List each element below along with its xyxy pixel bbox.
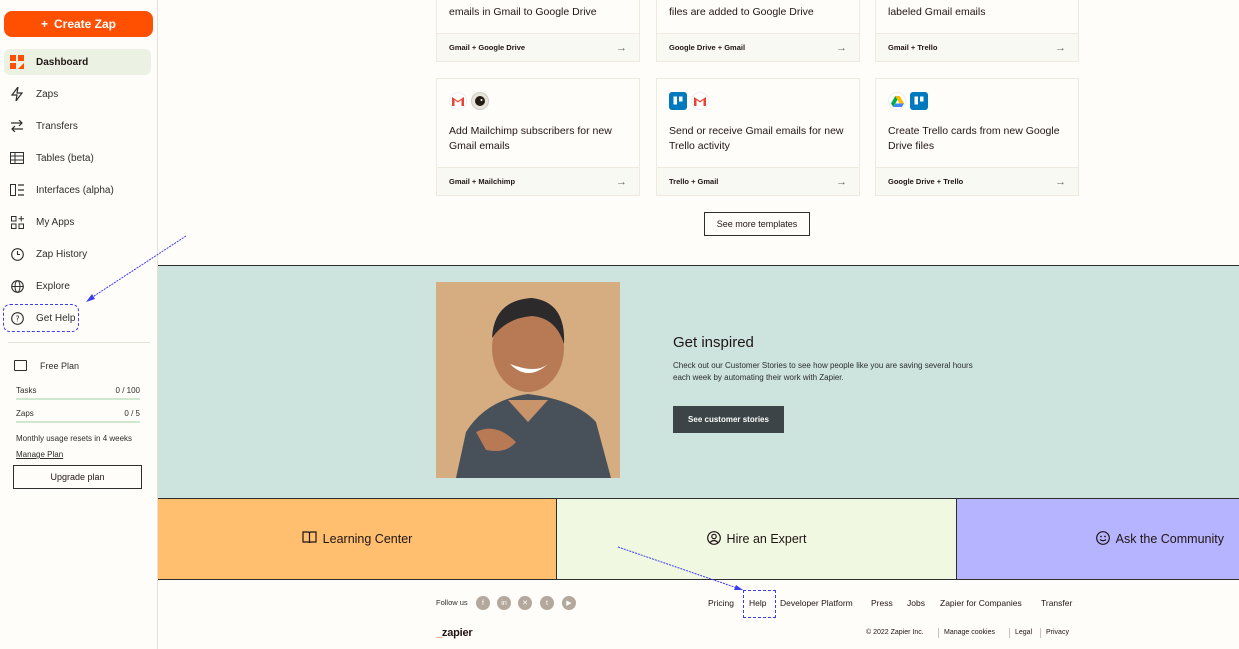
google-drive-icon xyxy=(888,92,906,110)
legal-link[interactable]: Legal xyxy=(1015,629,1032,636)
template-app-icons xyxy=(669,92,709,110)
footer-link-pricing[interactable]: Pricing xyxy=(708,598,734,608)
create-zap-button[interactable]: + Create Zap xyxy=(4,11,153,37)
smile-icon xyxy=(1095,530,1110,548)
arrow-right-icon: → xyxy=(836,41,847,54)
upgrade-plan-button[interactable]: Upgrade plan xyxy=(13,465,142,489)
sidebar-item-transfers[interactable]: Transfers xyxy=(4,113,151,139)
template-card-footer: Gmail + Mailchimp → xyxy=(437,167,639,195)
customer-photo xyxy=(436,282,620,478)
sidebar-item-dashboard[interactable]: Dashboard xyxy=(4,49,151,75)
facebook-icon[interactable]: f xyxy=(476,596,490,610)
copyright-text: © 2022 Zapier Inc. xyxy=(866,629,924,636)
interfaces-icon xyxy=(10,183,24,197)
table-icon xyxy=(10,151,24,165)
arrow-right-icon: → xyxy=(836,175,847,188)
manage-plan-link[interactable]: Manage Plan xyxy=(16,450,63,459)
sidebar-item-tables[interactable]: Tables (beta) xyxy=(4,145,151,171)
svg-text:?: ? xyxy=(15,314,19,323)
transfer-icon xyxy=(10,119,24,133)
template-card[interactable]: Add Mailchimp subscribers for new Gmail … xyxy=(436,78,640,196)
template-card[interactable]: files are added to Google Drive Google D… xyxy=(656,0,860,62)
mailchimp-icon xyxy=(471,92,489,110)
help-highlight-box xyxy=(743,590,776,618)
arrow-right-icon: → xyxy=(1055,41,1066,54)
footer-link-developer-platform[interactable]: Developer Platform xyxy=(780,598,853,608)
arrow-right-icon: → xyxy=(1055,175,1066,188)
arrow-right-icon: → xyxy=(616,175,627,188)
learning-center-link[interactable]: Learning Center xyxy=(158,498,557,580)
see-customer-stories-button[interactable]: See customer stories xyxy=(673,406,784,433)
annotation-arrow-head xyxy=(734,585,743,590)
template-card[interactable]: Send or receive Gmail emails for new Tre… xyxy=(656,78,860,196)
gmail-icon xyxy=(449,92,467,110)
template-app-icons xyxy=(449,92,489,110)
privacy-link[interactable]: Privacy xyxy=(1046,629,1069,636)
manage-cookies-link[interactable]: Manage cookies xyxy=(944,629,995,636)
template-card[interactable]: Create Trello cards from new Google Driv… xyxy=(875,78,1079,196)
user-circle-icon xyxy=(706,530,721,548)
trello-icon xyxy=(910,92,928,110)
template-card[interactable]: labeled Gmail emails Gmail + Trello → xyxy=(875,0,1079,62)
zapier-logo: _zapier xyxy=(436,627,473,639)
dashboard-icon xyxy=(10,55,24,69)
gmail-icon xyxy=(691,92,709,110)
footer-link-jobs[interactable]: Jobs xyxy=(907,598,925,608)
footer-separator xyxy=(1040,628,1041,638)
zaps-progress-bar xyxy=(16,421,140,423)
plus-icon: + xyxy=(40,17,48,31)
get-inspired-text: Check out our Customer Stories to see ho… xyxy=(673,361,973,382)
history-icon xyxy=(10,247,24,261)
follow-us-label: Follow us xyxy=(436,598,468,607)
apps-icon xyxy=(10,215,24,229)
sidebar-item-zaps[interactable]: Zaps xyxy=(4,81,151,107)
twitter-icon[interactable]: t xyxy=(540,596,554,610)
footer-link-press[interactable]: Press xyxy=(871,598,893,608)
zaps-usage: Zaps 0 / 5 xyxy=(16,409,140,418)
sidebar-item-get-help[interactable]: ? Get Help xyxy=(3,304,79,332)
youtube-icon[interactable]: ▶ xyxy=(562,596,576,610)
help-icon: ? xyxy=(10,311,24,325)
tasks-usage: Tasks 0 / 100 xyxy=(16,386,140,395)
template-card[interactable]: emails in Gmail to Google Drive Gmail + … xyxy=(436,0,640,62)
template-card-footer: Trello + Gmail → xyxy=(657,167,859,195)
template-card-footer: Google Drive + Trello → xyxy=(876,167,1078,195)
sidebar-item-interfaces[interactable]: Interfaces (alpha) xyxy=(4,177,151,203)
see-more-templates-button[interactable]: See more templates xyxy=(704,212,810,236)
plan-icon xyxy=(14,360,27,371)
template-card-footer: Gmail + Trello → xyxy=(876,33,1078,61)
sidebar-divider xyxy=(8,342,150,343)
footer-link-transfer[interactable]: Transfer xyxy=(1041,598,1072,608)
zap-icon xyxy=(10,87,24,101)
footer-link-zapier-for-companies[interactable]: Zapier for Companies xyxy=(940,598,1022,608)
tasks-progress-bar xyxy=(16,398,140,400)
plan-title: Free Plan xyxy=(40,361,80,371)
sidebar-item-zap-history[interactable]: Zap History xyxy=(4,241,151,267)
hire-an-expert-link[interactable]: Hire an Expert xyxy=(557,498,957,580)
linkedin-icon[interactable]: in xyxy=(497,596,511,610)
x-twitter-icon[interactable]: ✕ xyxy=(518,596,532,610)
ask-the-community-link[interactable]: Ask the Community xyxy=(957,498,1239,580)
book-icon xyxy=(302,531,317,547)
sidebar: + Create Zap Dashboard Zaps Transfers Ta… xyxy=(0,0,158,649)
usage-reset-text: Monthly usage resets in 4 weeks xyxy=(16,434,133,443)
get-inspired-section: Get inspired Check out our Customer Stor… xyxy=(158,265,1239,498)
arrow-right-icon: → xyxy=(616,41,627,54)
footer-separator xyxy=(1009,628,1010,638)
sidebar-item-explore[interactable]: Explore xyxy=(4,273,151,299)
sidebar-item-my-apps[interactable]: My Apps xyxy=(4,209,151,235)
trello-icon xyxy=(669,92,687,110)
footer-separator xyxy=(938,628,939,638)
template-card-footer: Google Drive + Gmail → xyxy=(657,33,859,61)
template-app-icons xyxy=(888,92,928,110)
get-inspired-title: Get inspired xyxy=(673,334,754,351)
template-card-footer: Gmail + Google Drive → xyxy=(437,33,639,61)
globe-icon xyxy=(10,279,24,293)
